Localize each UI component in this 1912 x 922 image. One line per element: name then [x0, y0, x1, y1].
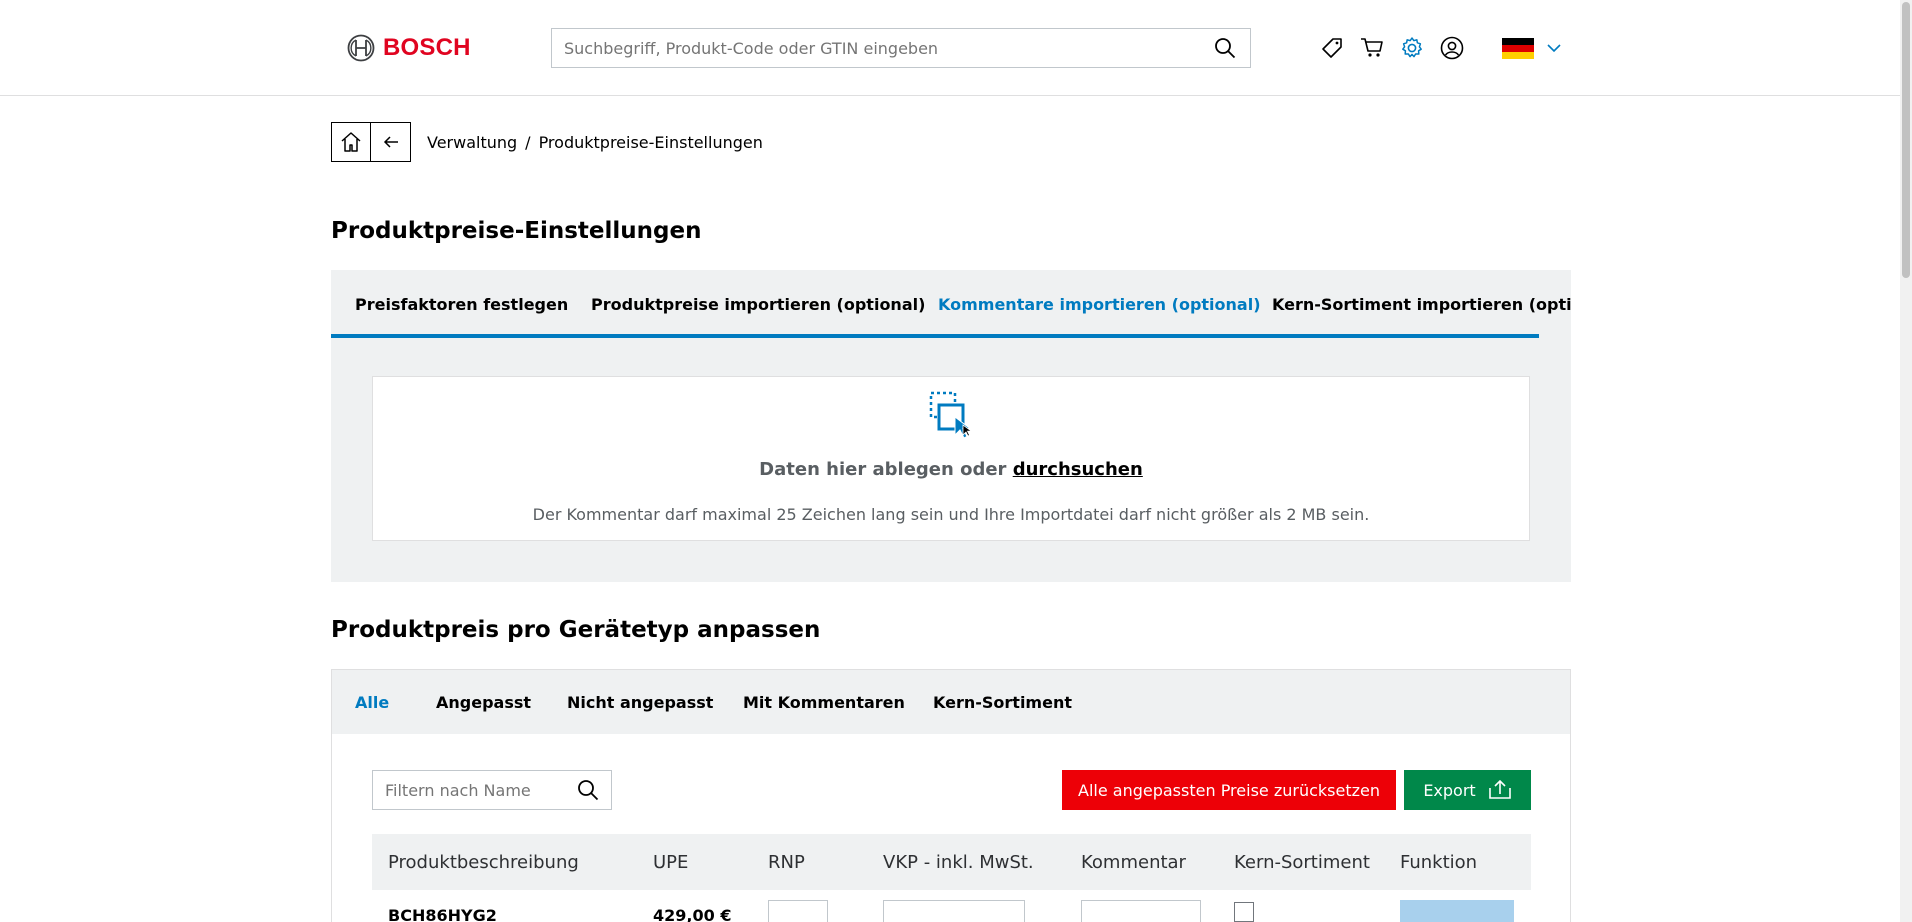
search-input[interactable]: [552, 38, 1200, 58]
tab-kommentare-importieren[interactable]: Kommentare importieren (optional): [938, 270, 1261, 338]
price-tag-button[interactable]: [1318, 34, 1346, 62]
breadcrumb-separator: /: [525, 132, 531, 152]
user-icon: [1440, 36, 1464, 60]
breadcrumb-item-verwaltung[interactable]: Verwaltung: [427, 133, 517, 152]
home-icon: [341, 132, 361, 152]
tab-alle[interactable]: Alle: [355, 670, 389, 734]
reset-prices-button[interactable]: Alle angepassten Preise zurücksetzen: [1062, 770, 1396, 810]
breadcrumb-item-current: Produktpreise-Einstellungen: [538, 132, 763, 152]
col-produktbeschreibung[interactable]: Produktbeschreibung: [388, 834, 579, 890]
breadcrumb: Verwaltung / Produktpreise-Einstellungen: [331, 122, 763, 162]
germany-flag-icon[interactable]: [1502, 37, 1534, 59]
site-header: BOSCH: [0, 0, 1900, 96]
account-button[interactable]: [1438, 34, 1466, 62]
search-icon: [578, 780, 599, 801]
tab-produktpreise-importieren[interactable]: Produktpreise importieren (optional): [591, 270, 925, 338]
arrow-left-icon: [383, 136, 398, 148]
tab-nicht-angepasst[interactable]: Nicht angepasst: [567, 670, 713, 734]
brand-name: BOSCH: [383, 34, 471, 61]
page-title: Produktpreise-Einstellungen: [331, 218, 702, 244]
bosch-armature-icon: [347, 34, 375, 62]
filter-tabs: Alle Angepasst Nicht angepasst Mit Komme…: [332, 670, 1570, 734]
upe-value: 429,00 €: [653, 906, 732, 922]
settings-button[interactable]: [1398, 34, 1426, 62]
search-icon: [1215, 38, 1236, 59]
import-panel: Preisfaktoren festlegen Produktpreise im…: [331, 270, 1571, 582]
search-button[interactable]: [1200, 29, 1250, 67]
vkp-input[interactable]: [883, 900, 1025, 922]
global-search: [551, 28, 1251, 68]
breadcrumb-trail: Verwaltung / Produktpreise-Einstellungen: [427, 133, 763, 152]
tab-kern-sortiment-importieren[interactable]: Kern-Sortiment importieren (optional): [1272, 270, 1571, 338]
col-vkp[interactable]: VKP - inkl. MwSt.: [883, 834, 1034, 890]
col-kommentar[interactable]: Kommentar: [1081, 834, 1186, 890]
export-label: Export: [1423, 780, 1476, 800]
cart-button[interactable]: [1358, 34, 1386, 62]
comment-input[interactable]: [1081, 900, 1201, 922]
kern-sortiment-checkbox[interactable]: [1234, 902, 1254, 922]
table-header: Produktbeschreibung UPE RNP VKP - inkl. …: [372, 834, 1531, 890]
function-button[interactable]: [1400, 900, 1514, 922]
col-upe[interactable]: UPE: [653, 834, 688, 890]
upload-icon: [1488, 780, 1511, 799]
dropzone-note: Der Kommentar darf maximal 25 Zeichen la…: [532, 505, 1370, 524]
header-actions: [1318, 34, 1562, 62]
tab-preisfaktoren[interactable]: Preisfaktoren festlegen: [355, 270, 568, 338]
export-button[interactable]: Export: [1404, 770, 1531, 810]
active-tab-indicator: [331, 334, 1539, 338]
file-dropzone[interactable]: Daten hier ablegen oder durchsuchen Der …: [372, 376, 1530, 541]
chevron-down-icon: [1547, 44, 1561, 53]
name-filter-input[interactable]: [373, 780, 565, 800]
product-name: BCH86HYG2: [388, 906, 497, 922]
col-kern-sortiment[interactable]: Kern-Sortiment: [1234, 834, 1370, 890]
col-funktion: Funktion: [1400, 851, 1478, 873]
bosch-logo[interactable]: BOSCH: [347, 34, 471, 62]
dropzone-title-text: Daten hier ablegen oder: [759, 459, 1007, 480]
name-filter: [372, 770, 612, 810]
drag-drop-icon: [929, 391, 973, 439]
import-tabs: Preisfaktoren festlegen Produktpreise im…: [331, 270, 1571, 338]
scrollbar-thumb[interactable]: [1902, 2, 1910, 278]
country-selector-chevron[interactable]: [1546, 40, 1562, 56]
product-price-panel: Alle Angepasst Nicht angepasst Mit Komme…: [331, 669, 1571, 922]
home-button[interactable]: [331, 122, 371, 162]
rnp-input[interactable]: [768, 900, 828, 922]
table-row: BCH86HYG2 429,00 €: [372, 890, 1531, 922]
tab-angepasst[interactable]: Angepasst: [436, 670, 531, 734]
tab-mit-kommentaren[interactable]: Mit Kommentaren: [743, 670, 905, 734]
name-filter-search-button[interactable]: [565, 771, 611, 809]
section-title: Produktpreis pro Gerätetyp anpassen: [331, 617, 821, 643]
dropzone-title: Daten hier ablegen oder durchsuchen: [373, 459, 1529, 480]
page-scrollbar[interactable]: [1900, 0, 1912, 922]
col-rnp[interactable]: RNP: [768, 834, 805, 890]
cart-icon: [1361, 38, 1383, 57]
tag-icon: [1322, 38, 1342, 58]
browse-link[interactable]: durchsuchen: [1013, 459, 1143, 480]
back-button[interactable]: [371, 122, 411, 162]
gear-icon: [1402, 37, 1422, 58]
tab-kern-sortiment[interactable]: Kern-Sortiment: [933, 670, 1072, 734]
